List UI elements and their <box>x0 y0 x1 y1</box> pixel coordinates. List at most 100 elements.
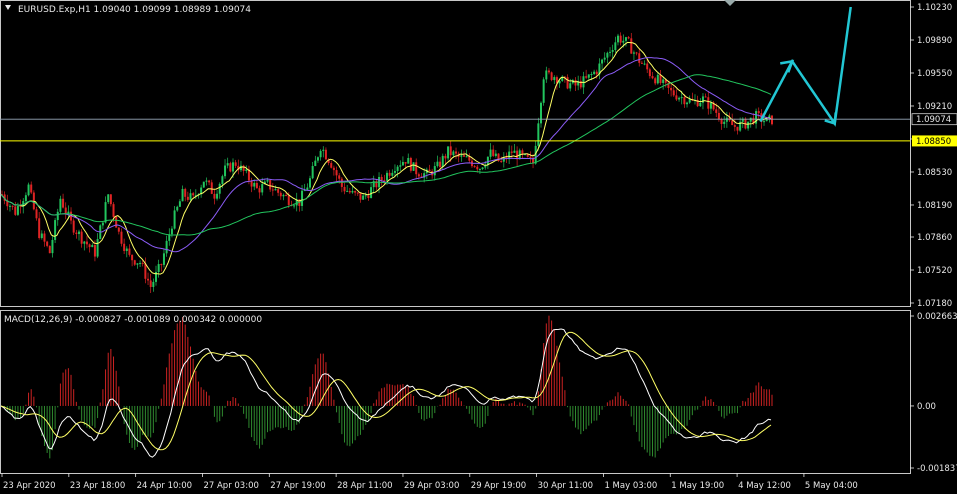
candle-body <box>234 162 237 166</box>
candle-body <box>14 206 17 215</box>
candle-body <box>101 222 104 226</box>
candle-body <box>309 178 311 188</box>
candle-body <box>370 187 373 198</box>
candle-body <box>78 231 80 235</box>
candle-body <box>311 166 314 179</box>
candle-body <box>346 190 349 192</box>
candle-body <box>640 62 643 64</box>
candle-body <box>542 79 545 103</box>
candle-body <box>147 278 150 281</box>
candle-body <box>436 161 439 167</box>
candle-body <box>404 162 407 164</box>
candle-body <box>678 97 681 100</box>
candle-body <box>545 70 548 80</box>
candle-body <box>388 172 391 176</box>
candle-body <box>54 220 57 240</box>
candle-body <box>638 53 641 63</box>
candle-body <box>75 232 78 235</box>
candle-body <box>157 264 160 272</box>
candle-body <box>277 189 280 193</box>
price-tick-label: 1.08530 <box>917 168 952 178</box>
candle-body <box>218 183 221 194</box>
candle-body <box>330 163 333 168</box>
candle-body <box>359 193 362 200</box>
candle-body <box>340 178 343 187</box>
candle-body <box>614 42 617 51</box>
candle-body <box>632 52 635 54</box>
candle-body <box>40 233 43 239</box>
candle-body <box>184 188 187 197</box>
time-tick-label: 5 May 04:00 <box>805 481 858 491</box>
candle-body <box>149 280 152 287</box>
macd-tick-label: 0.002663 <box>917 312 957 322</box>
candle-body <box>261 184 264 193</box>
candle-body <box>574 79 577 86</box>
candle-body <box>83 241 86 244</box>
candle-body <box>553 77 556 81</box>
candle-body <box>494 153 497 156</box>
price-tick-label: 1.07520 <box>917 266 952 276</box>
candle-body <box>731 120 734 126</box>
candle-body <box>178 201 181 207</box>
candle-body <box>439 161 442 168</box>
candle-body <box>186 196 189 200</box>
candle-body <box>322 149 325 151</box>
candle-body <box>224 165 227 177</box>
candle-body <box>131 254 134 261</box>
candle-body <box>43 233 46 242</box>
time-tick-label: 1 May 19:00 <box>671 481 724 491</box>
candle-body <box>473 166 476 168</box>
candle-body <box>176 206 179 211</box>
candle-body <box>619 35 622 43</box>
candle-body <box>380 176 383 181</box>
candle-body <box>88 244 91 248</box>
candle-body <box>46 241 49 246</box>
candle-body <box>622 40 625 43</box>
candle-body <box>441 155 444 168</box>
candle-body <box>107 194 110 203</box>
candle-body <box>162 253 165 265</box>
candle-body <box>351 191 354 193</box>
candle-body <box>489 149 492 157</box>
candle-body <box>319 150 322 158</box>
candle-body <box>338 175 341 179</box>
candle-body <box>62 198 65 208</box>
candle-body <box>651 76 654 79</box>
candle-body <box>109 194 112 205</box>
macd-tick-label: 0.00 <box>917 402 936 412</box>
candle-body <box>662 79 665 83</box>
current-price-tag: 1.09074 <box>911 113 957 125</box>
candle-body <box>91 245 94 248</box>
candle-body <box>428 169 431 172</box>
candle-body <box>595 71 598 75</box>
candle-body <box>771 115 773 125</box>
candle-body <box>335 170 338 176</box>
candle-body <box>566 77 569 89</box>
candle-body <box>412 162 415 171</box>
candle-body <box>648 69 651 77</box>
candle-body <box>587 74 590 78</box>
chart-background <box>0 0 957 494</box>
candle-body <box>670 87 673 91</box>
candle-body <box>609 51 612 53</box>
candle-body <box>64 207 67 214</box>
candle-body <box>208 180 211 183</box>
candle-body <box>627 37 630 39</box>
candle-body <box>537 123 540 146</box>
candle-body <box>675 95 678 100</box>
time-tick-label: 24 Apr 10:00 <box>137 481 192 491</box>
candle-body <box>635 52 638 54</box>
candle-body <box>123 243 126 251</box>
candle-body <box>192 193 195 196</box>
candle-body <box>324 149 327 160</box>
candle-body <box>11 205 14 207</box>
price-tick-label: 1.07860 <box>917 233 952 243</box>
candle-body <box>654 78 657 84</box>
candle-body <box>51 239 54 254</box>
candle-body <box>603 57 606 60</box>
candle-body <box>48 245 51 254</box>
candle-body <box>510 151 513 153</box>
time-tick-label: 29 Apr 19:00 <box>471 481 526 491</box>
candle-body <box>253 182 256 187</box>
candle-body <box>463 155 465 157</box>
